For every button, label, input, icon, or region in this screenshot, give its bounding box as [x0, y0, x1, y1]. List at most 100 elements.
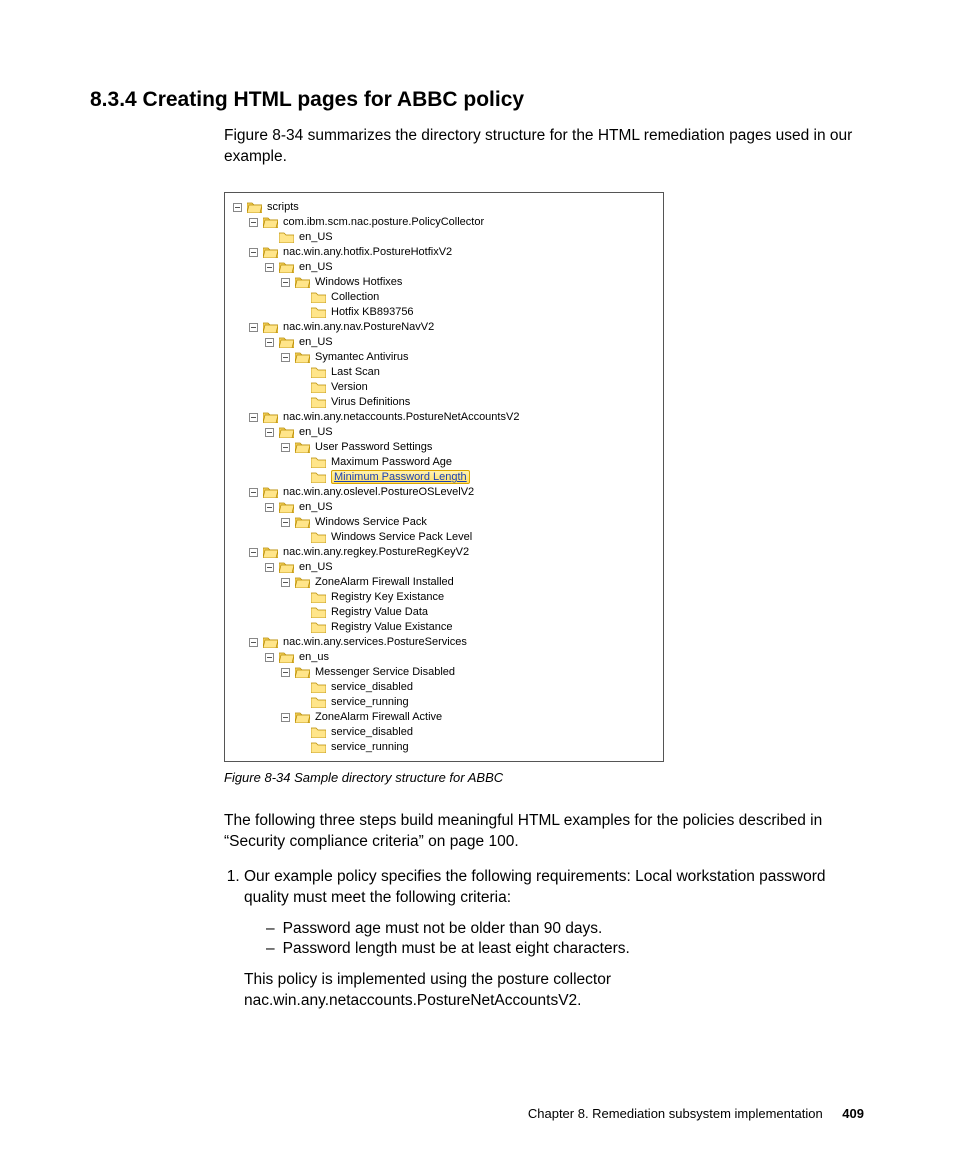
folder-open-icon	[247, 201, 262, 213]
folder-icon	[311, 381, 326, 393]
tree-node-msg-disabled[interactable]: Messenger Service Disabled	[281, 665, 657, 680]
tree-node-collection[interactable]: Collection	[297, 290, 657, 305]
folder-icon	[311, 396, 326, 408]
tree-node-version[interactable]: Version	[297, 380, 657, 395]
collapse-icon[interactable]	[265, 338, 274, 347]
collapse-icon[interactable]	[249, 323, 258, 332]
collapse-icon[interactable]	[249, 248, 258, 257]
folder-open-icon	[263, 321, 278, 333]
folder-icon	[311, 531, 326, 543]
folder-icon	[311, 696, 326, 708]
tree-node-nav[interactable]: nac.win.any.nav.PostureNavV2	[249, 320, 657, 335]
paragraph-steps-intro: The following three steps build meaningf…	[224, 811, 864, 853]
folder-icon	[311, 366, 326, 378]
collapse-icon[interactable]	[249, 548, 258, 557]
folder-open-icon	[279, 561, 294, 573]
folder-icon	[311, 741, 326, 753]
figure-directory-tree: scripts com.ibm.scm.nac.posture.PolicyCo…	[224, 192, 664, 762]
tree-node-windows-hotfixes[interactable]: Windows Hotfixes	[281, 275, 657, 290]
figure-caption: Figure 8-34 Sample directory structure f…	[224, 770, 864, 785]
footer-chapter: Chapter 8. Remediation subsystem impleme…	[528, 1106, 823, 1121]
step-1-note: This policy is implemented using the pos…	[244, 970, 864, 1012]
tree-node-en-us[interactable]: en_US	[265, 335, 657, 350]
tree-node-en-us[interactable]: en_US	[265, 500, 657, 515]
folder-open-icon	[279, 261, 294, 273]
collapse-icon[interactable]	[281, 578, 290, 587]
tree-node-za-installed[interactable]: ZoneAlarm Firewall Installed	[281, 575, 657, 590]
collapse-icon[interactable]	[265, 263, 274, 272]
tree-node-win-sp[interactable]: Windows Service Pack	[281, 515, 657, 530]
collapse-icon[interactable]	[281, 443, 290, 452]
folder-open-icon	[279, 426, 294, 438]
tree-node-en-us-lc[interactable]: en_us	[265, 650, 657, 665]
tree-node-policycollector[interactable]: com.ibm.scm.nac.posture.PolicyCollector	[249, 215, 657, 230]
tree-node-reg-val-data[interactable]: Registry Value Data	[297, 605, 657, 620]
folder-icon	[311, 306, 326, 318]
tree-node-reg-val-ex[interactable]: Registry Value Existance	[297, 620, 657, 635]
folder-icon	[311, 726, 326, 738]
tree-node-netaccounts[interactable]: nac.win.any.netaccounts.PostureNetAccoun…	[249, 410, 657, 425]
folder-icon	[311, 621, 326, 633]
collapse-icon[interactable]	[249, 488, 258, 497]
tree-node-max-pw-age[interactable]: Maximum Password Age	[297, 455, 657, 470]
tree-node-win-sp-level[interactable]: Windows Service Pack Level	[297, 530, 657, 545]
tree-node-services[interactable]: nac.win.any.services.PostureServices	[249, 635, 657, 650]
tree-node-regkey[interactable]: nac.win.any.regkey.PostureRegKeyV2	[249, 545, 657, 560]
tree-node-last-scan[interactable]: Last Scan	[297, 365, 657, 380]
folder-open-icon	[279, 336, 294, 348]
tree-node-svc-running[interactable]: service_running	[297, 740, 657, 755]
folder-open-icon	[263, 411, 278, 423]
folder-open-icon	[279, 501, 294, 513]
tree-node-min-pw-len[interactable]: Minimum Password Length	[297, 470, 657, 485]
collapse-icon[interactable]	[265, 503, 274, 512]
collapse-icon[interactable]	[249, 218, 258, 227]
collapse-icon[interactable]	[281, 518, 290, 527]
tree-node-en-us[interactable]: en_US	[265, 560, 657, 575]
section-heading: 8.3.4 Creating HTML pages for ABBC polic…	[90, 88, 864, 112]
folder-open-icon	[279, 651, 294, 663]
folder-open-icon	[295, 441, 310, 453]
collapse-icon[interactable]	[249, 413, 258, 422]
tree-node-svc-disabled[interactable]: service_disabled	[297, 680, 657, 695]
folder-open-icon	[263, 246, 278, 258]
intro-paragraph: Figure 8-34 summarizes the directory str…	[224, 126, 864, 168]
footer-page-number: 409	[842, 1106, 864, 1121]
tree-node-en-us[interactable]: en_US	[265, 230, 657, 245]
collapse-icon[interactable]	[265, 428, 274, 437]
collapse-icon[interactable]	[281, 353, 290, 362]
folder-open-icon	[263, 486, 278, 498]
collapse-icon[interactable]	[265, 653, 274, 662]
tree-node-oslevel[interactable]: nac.win.any.oslevel.PostureOSLevelV2	[249, 485, 657, 500]
folder-open-icon	[263, 216, 278, 228]
collapse-icon[interactable]	[249, 638, 258, 647]
tree-node-svc-running[interactable]: service_running	[297, 695, 657, 710]
folder-open-icon	[263, 546, 278, 558]
collapse-icon[interactable]	[265, 563, 274, 572]
tree-node-reg-key-ex[interactable]: Registry Key Existance	[297, 590, 657, 605]
tree-node-hotfix-kb[interactable]: Hotfix KB893756	[297, 305, 657, 320]
folder-icon	[311, 291, 326, 303]
page-footer: Chapter 8. Remediation subsystem impleme…	[528, 1106, 864, 1121]
tree-node-virus-def[interactable]: Virus Definitions	[297, 395, 657, 410]
tree-node-en-us[interactable]: en_US	[265, 260, 657, 275]
tree-node-en-us[interactable]: en_US	[265, 425, 657, 440]
collapse-icon[interactable]	[281, 668, 290, 677]
folder-icon	[311, 591, 326, 603]
folder-open-icon	[295, 576, 310, 588]
folder-icon	[311, 681, 326, 693]
tree-node-svc-disabled[interactable]: service_disabled	[297, 725, 657, 740]
bullet-pw-length: –Password length must be at least eight …	[266, 939, 864, 960]
collapse-icon[interactable]	[281, 713, 290, 722]
tree-node-za-active[interactable]: ZoneAlarm Firewall Active	[281, 710, 657, 725]
tree-node-scripts[interactable]: scripts	[233, 200, 657, 215]
collapse-icon[interactable]	[281, 278, 290, 287]
tree-node-hotfix[interactable]: nac.win.any.hotfix.PostureHotfixV2	[249, 245, 657, 260]
tree-node-user-pw[interactable]: User Password Settings	[281, 440, 657, 455]
folder-open-icon	[295, 711, 310, 723]
folder-open-icon	[295, 276, 310, 288]
folder-icon	[311, 606, 326, 618]
bullet-pw-age: –Password age must not be older than 90 …	[266, 919, 864, 940]
collapse-icon[interactable]	[233, 203, 242, 212]
folder-icon	[311, 471, 326, 483]
tree-node-symantec[interactable]: Symantec Antivirus	[281, 350, 657, 365]
